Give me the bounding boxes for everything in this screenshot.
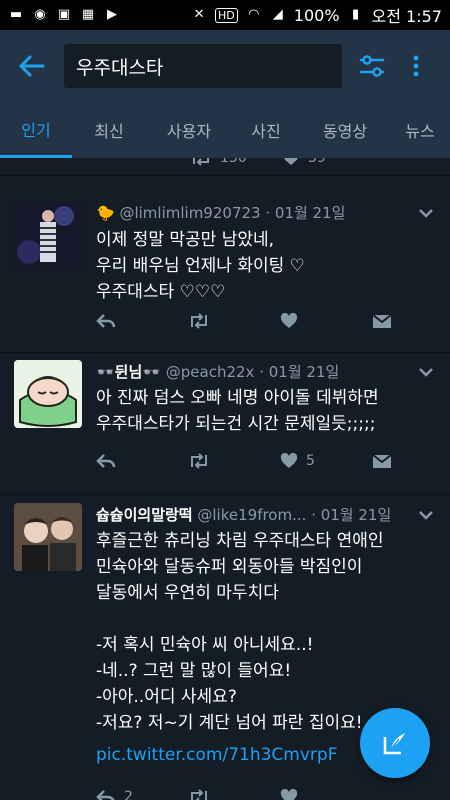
tweet-date: · 01월 21일 — [265, 204, 346, 222]
tweet-text: 아 진짜 덤스 오빠 네명 아이돌 데뷔하면 우주대스타가 되는건 시간 문제일… — [96, 388, 379, 434]
message-icon: ▬ — [9, 7, 23, 22]
tweet-menu-button[interactable] — [414, 505, 438, 525]
chevron-down-icon — [419, 209, 433, 218]
tweet-actions: 2 — [96, 785, 430, 800]
retweet-icon — [191, 313, 207, 329]
display-name[interactable]: 슙슙이의말랑떡 — [96, 506, 193, 524]
retweet-button[interactable]: 150 — [190, 158, 282, 166]
tweet-header: 슙슙이의말랑떡 @like19from... · 01월 21일 — [96, 504, 410, 525]
avatar-image — [14, 360, 82, 428]
avatar[interactable] — [14, 202, 82, 270]
tweet-date: · 01월 21일 — [311, 506, 392, 524]
status-bar: ▬ ◉ ▣ ▦ ▶ ✕ HD ◠ ◢ 100% ▮ 오전 1:57 — [0, 0, 450, 30]
direct-message-button[interactable] — [372, 453, 392, 469]
compose-tweet-button[interactable] — [360, 708, 430, 778]
avatar[interactable] — [14, 360, 82, 428]
retweet-button[interactable] — [188, 789, 280, 800]
user-handle[interactable]: @limlimlim920723 — [119, 204, 260, 222]
envelope-icon — [372, 314, 392, 328]
tweet-header: 👓뒨님👓 @peach22x · 01월 21일 — [96, 361, 410, 382]
calendar-icon: ▦ — [81, 7, 95, 22]
heart-icon — [280, 789, 298, 800]
reply-count: 2 — [124, 789, 133, 800]
like-button[interactable]: 59 — [282, 158, 326, 166]
tweet-partial[interactable]: 150 59 — [0, 158, 450, 176]
reply-button[interactable] — [96, 313, 188, 329]
reply-icon — [96, 790, 115, 800]
signal-icon: ◢ — [272, 7, 283, 22]
filter-button[interactable] — [350, 44, 394, 88]
user-handle[interactable]: @peach22x — [166, 363, 255, 381]
sync-icon: ◉ — [34, 7, 46, 22]
heart-icon — [280, 313, 298, 328]
more-vertical-icon — [413, 55, 419, 77]
tweet-menu-button[interactable] — [414, 203, 438, 223]
like-button[interactable]: 5 — [280, 453, 372, 469]
compose-quill-icon — [383, 733, 405, 755]
heart-icon — [283, 158, 299, 165]
like-button[interactable] — [280, 789, 372, 800]
like-count: 59 — [308, 158, 326, 166]
tweet-text: 이제 정말 막공만 남았네, 우리 배우님 언제나 화이팅 ♡ 우주대스타 ♡♡… — [96, 230, 305, 302]
hd-badge: HD — [215, 7, 238, 23]
mute-icon: ✕ — [193, 7, 205, 22]
tab-photos[interactable]: 사진 — [232, 102, 300, 158]
back-button[interactable] — [12, 46, 52, 86]
avatar[interactable] — [14, 503, 82, 571]
name-emoji: 🐤 — [96, 204, 115, 222]
youtube-icon: ▶ — [107, 7, 117, 22]
retweet-icon — [191, 453, 207, 469]
retweet-button[interactable] — [188, 453, 280, 469]
tweet-feed[interactable]: 150 59 🐤 @limlimlim920723 · 01월 21일 이제 정… — [0, 158, 450, 800]
app-bar: 우주대스타 — [0, 30, 450, 102]
search-input[interactable]: 우주대스타 — [64, 44, 342, 88]
tweet-menu-button[interactable] — [414, 362, 438, 382]
tweet-header: 🐤 @limlimlim920723 · 01월 21일 — [96, 202, 410, 223]
chevron-down-icon — [419, 368, 433, 377]
user-handle[interactable]: @like19from... — [197, 506, 306, 524]
wifi-icon: ◠ — [248, 7, 260, 22]
tweet-item[interactable]: 🐤 @limlimlim920723 · 01월 21일 이제 정말 막공만 남… — [0, 183, 450, 353]
search-tabs: 인기 최신 사용자 사진 동영상 뉴스 — [0, 102, 450, 158]
reply-button[interactable] — [96, 453, 188, 469]
retweet-icon — [193, 158, 209, 166]
retweet-icon — [191, 789, 207, 800]
display-name[interactable]: 👓뒨님👓 — [96, 363, 161, 381]
tweet-actions: 150 59 — [96, 158, 430, 170]
battery-level: 100% — [293, 5, 340, 25]
retweet-count: 150 — [220, 158, 247, 166]
tweet-actions — [96, 309, 430, 333]
back-arrow-icon — [19, 55, 45, 77]
battery-icon: ▮ — [351, 7, 360, 22]
tweet-item[interactable]: 👓뒨님👓 @peach22x · 01월 21일 아 진짜 덤스 오빠 네명 아… — [0, 353, 450, 495]
tab-top[interactable]: 인기 — [0, 102, 72, 158]
avatar-image — [14, 202, 82, 270]
tab-videos[interactable]: 동영상 — [300, 102, 390, 158]
tab-news[interactable]: 뉴스 — [390, 102, 450, 158]
reply-icon — [96, 454, 116, 468]
tweet-actions: 5 — [96, 449, 430, 473]
tab-people[interactable]: 사용자 — [146, 102, 232, 158]
like-button[interactable] — [280, 313, 372, 329]
retweet-button[interactable] — [188, 313, 280, 329]
overflow-menu-button[interactable] — [394, 44, 438, 88]
envelope-icon — [372, 454, 392, 468]
chevron-down-icon — [419, 511, 433, 520]
avatar-image — [14, 503, 82, 571]
tab-latest[interactable]: 최신 — [72, 102, 146, 158]
direct-message-button[interactable] — [372, 313, 392, 329]
reply-icon — [96, 314, 116, 328]
like-count: 5 — [306, 453, 315, 469]
gallery-icon: ▣ — [57, 7, 71, 22]
reply-button[interactable]: 2 — [96, 789, 188, 800]
heart-icon — [280, 453, 298, 468]
clock: 오전 1:57 — [371, 7, 442, 26]
tweet-text: 후즐근한 츄리닝 차림 우주대스타 연애인 민슉아와 달동슈퍼 외동아들 박짐인… — [96, 531, 384, 733]
tweet-date: · 01월 21일 — [259, 363, 340, 381]
filter-sliders-icon — [359, 55, 385, 77]
